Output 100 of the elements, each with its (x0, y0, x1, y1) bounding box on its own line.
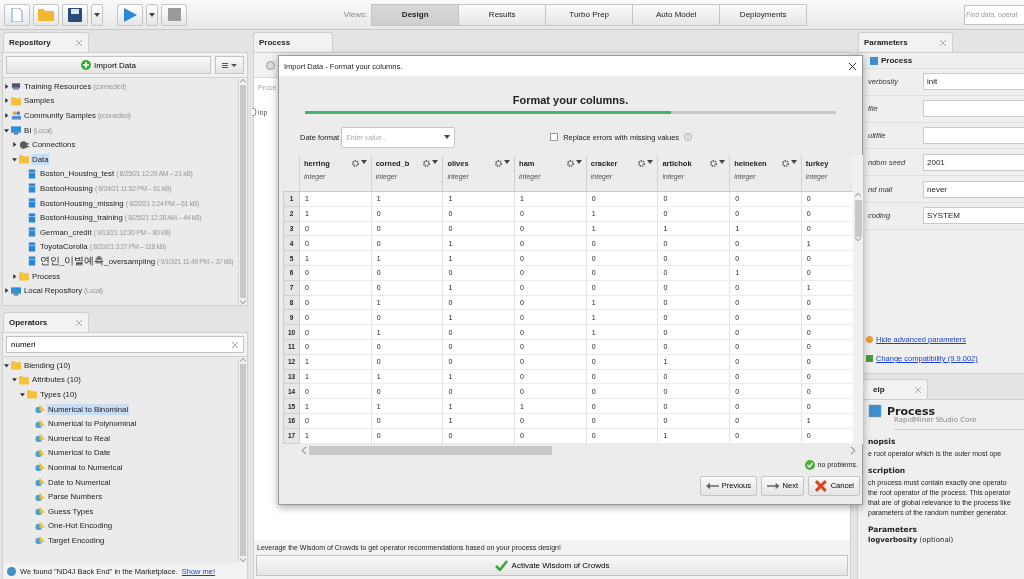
scrollbar[interactable] (238, 357, 247, 563)
expanded-arrow-icon[interactable] (4, 362, 9, 368)
collapsed-arrow-icon[interactable] (4, 288, 9, 294)
gear-icon[interactable] (566, 160, 574, 167)
folder-icon (19, 154, 29, 165)
server-icon (11, 81, 21, 92)
import-data-button[interactable]: Import Data (6, 56, 211, 74)
right-arrow-icon (767, 481, 780, 490)
data-icon (27, 212, 37, 223)
scroll-down-icon[interactable] (855, 237, 861, 242)
scroll-thumb[interactable] (240, 85, 246, 298)
run-button[interactable] (117, 3, 143, 26)
caret-icon (149, 12, 155, 17)
save-menu-button[interactable] (91, 3, 103, 26)
scroll-thumb[interactable] (854, 200, 862, 237)
close-icon[interactable] (848, 61, 857, 71)
data-icon (27, 198, 37, 209)
parameter-field[interactable]: 2001 (923, 153, 1024, 171)
caret-icon (94, 12, 100, 17)
play-icon (123, 7, 137, 22)
horizontal-scrollbar[interactable] (301, 445, 856, 455)
computer-icon (11, 285, 21, 296)
gear-icon[interactable] (638, 160, 646, 167)
computer-icon (11, 125, 21, 136)
data-icon (27, 227, 37, 238)
new-document-button[interactable] (4, 3, 30, 26)
gear-icon[interactable] (710, 160, 718, 167)
view-tab[interactable]: Auto Model (632, 3, 721, 26)
collapsed-arrow-icon[interactable] (4, 113, 9, 118)
scroll-thumb[interactable] (309, 445, 552, 455)
clear-icon[interactable] (231, 340, 239, 349)
collapsed-arrow-icon[interactable] (4, 83, 9, 89)
pencil-icon (866, 355, 873, 362)
panel-title[interactable]: Process (259, 38, 291, 47)
view-tab[interactable]: Deployments (719, 3, 808, 26)
data-icon (27, 241, 37, 252)
view-tab[interactable]: Turbo Prep (545, 3, 634, 26)
parameter-field[interactable]: init (923, 73, 1024, 91)
view-tab[interactable]: Design (371, 3, 460, 26)
caret-icon (575, 160, 582, 164)
dialog-heading: Format your columns. (511, 94, 630, 106)
globe-icon (7, 566, 16, 576)
parameter-field[interactable]: never (923, 180, 1024, 198)
people-icon (11, 110, 21, 121)
scrollbar[interactable] (238, 78, 247, 305)
scroll-down-icon[interactable] (240, 300, 246, 305)
expanded-arrow-icon[interactable] (20, 392, 25, 397)
collapsed-arrow-icon[interactable] (4, 98, 9, 104)
views-label: Views: (343, 10, 368, 19)
gear-icon[interactable] (781, 160, 789, 167)
scroll-thumb[interactable] (240, 364, 246, 556)
folder-icon (19, 374, 29, 385)
scroll-left-icon[interactable] (301, 446, 306, 454)
expanded-arrow-icon[interactable] (12, 377, 17, 383)
scroll-up-icon[interactable] (855, 192, 861, 197)
panel-title[interactable]: elp (873, 385, 885, 394)
run-menu-button[interactable] (146, 3, 158, 26)
caret-icon (647, 160, 654, 164)
gear-icon[interactable] (351, 160, 359, 167)
operator-icon (35, 477, 45, 488)
expanded-arrow-icon[interactable] (4, 127, 9, 133)
gear-icon[interactable] (495, 160, 503, 167)
info-icon[interactable] (684, 133, 693, 141)
view-tab[interactable]: Results (458, 3, 547, 26)
save-button[interactable] (62, 3, 88, 26)
gear-icon (866, 336, 873, 343)
gear-icon[interactable] (423, 160, 431, 167)
collapsed-arrow-icon[interactable] (12, 273, 17, 279)
operator-icon (35, 462, 45, 473)
plug-icon (19, 139, 29, 150)
left-arrow-icon (706, 481, 719, 490)
scroll-down-icon[interactable] (240, 558, 246, 563)
parameter-field[interactable] (923, 127, 1024, 144)
operator-icon (35, 418, 45, 429)
menu-button[interactable] (215, 56, 244, 74)
port-icon[interactable] (252, 108, 257, 116)
document-icon (11, 7, 23, 22)
help-title: Process (887, 404, 936, 418)
data-icon (27, 256, 37, 267)
caret-icon (504, 160, 511, 164)
scroll-up-icon[interactable] (240, 357, 246, 362)
operator-icon (35, 520, 45, 531)
parameter-field[interactable]: SYSTEM (923, 207, 1024, 225)
scroll-right-icon[interactable] (851, 446, 856, 454)
caret-icon (432, 160, 439, 164)
activate-wisdom-button[interactable]: Activate Wisdom of Crowds (256, 555, 848, 576)
process-icon (870, 56, 878, 65)
circle-icon[interactable] (266, 60, 275, 70)
search-field[interactable]: numeri (6, 336, 244, 353)
menu-icon (222, 62, 237, 68)
operator-icon (35, 535, 45, 546)
checkbox[interactable] (550, 133, 559, 141)
stop-icon (167, 8, 181, 21)
collapsed-arrow-icon[interactable] (12, 142, 17, 148)
expanded-arrow-icon[interactable] (12, 156, 17, 162)
caret-icon (790, 160, 797, 164)
parameter-field[interactable] (923, 100, 1024, 118)
scroll-up-icon[interactable] (240, 78, 246, 83)
scrollbar[interactable] (853, 155, 863, 444)
folder-icon (11, 360, 21, 371)
